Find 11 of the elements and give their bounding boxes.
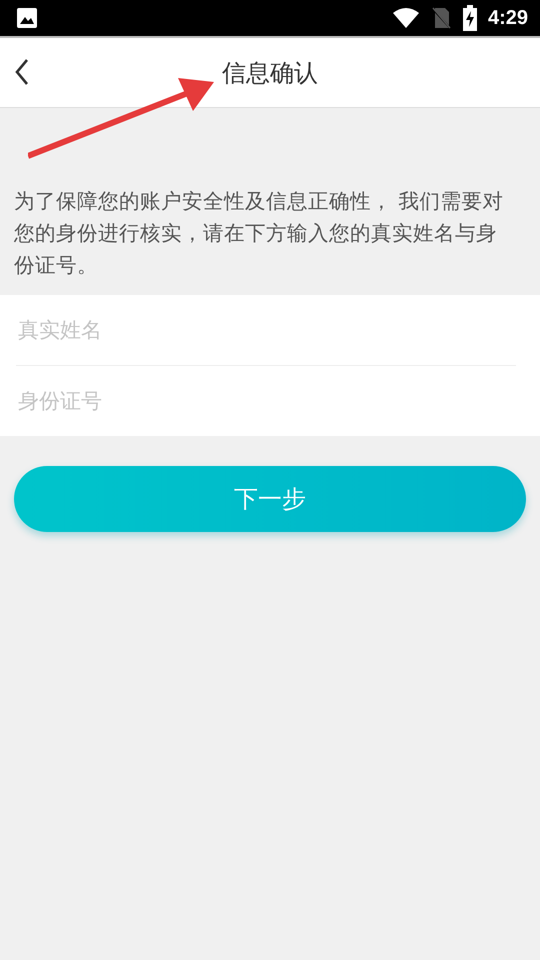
notice-text: 为了保障您的账户安全性及信息正确性， 我们需要对您的身份进行核实，请在下方输入您的真实姓名与身份证号。: [13, 188, 505, 279]
wifi-icon: [392, 7, 420, 29]
no-sim-icon: [430, 6, 452, 30]
input-field[interactable]: 身份证号: [0, 366, 540, 436]
clock-time: 4:29: [488, 6, 528, 30]
page-title: 信息确认: [222, 58, 318, 88]
input-field[interactable]: 真实姓名: [0, 295, 540, 365]
battery-charging-icon: [462, 5, 478, 31]
image-icon: [16, 7, 38, 29]
next-button[interactable]: 下一步: [14, 466, 526, 532]
back-icon: [14, 58, 30, 86]
